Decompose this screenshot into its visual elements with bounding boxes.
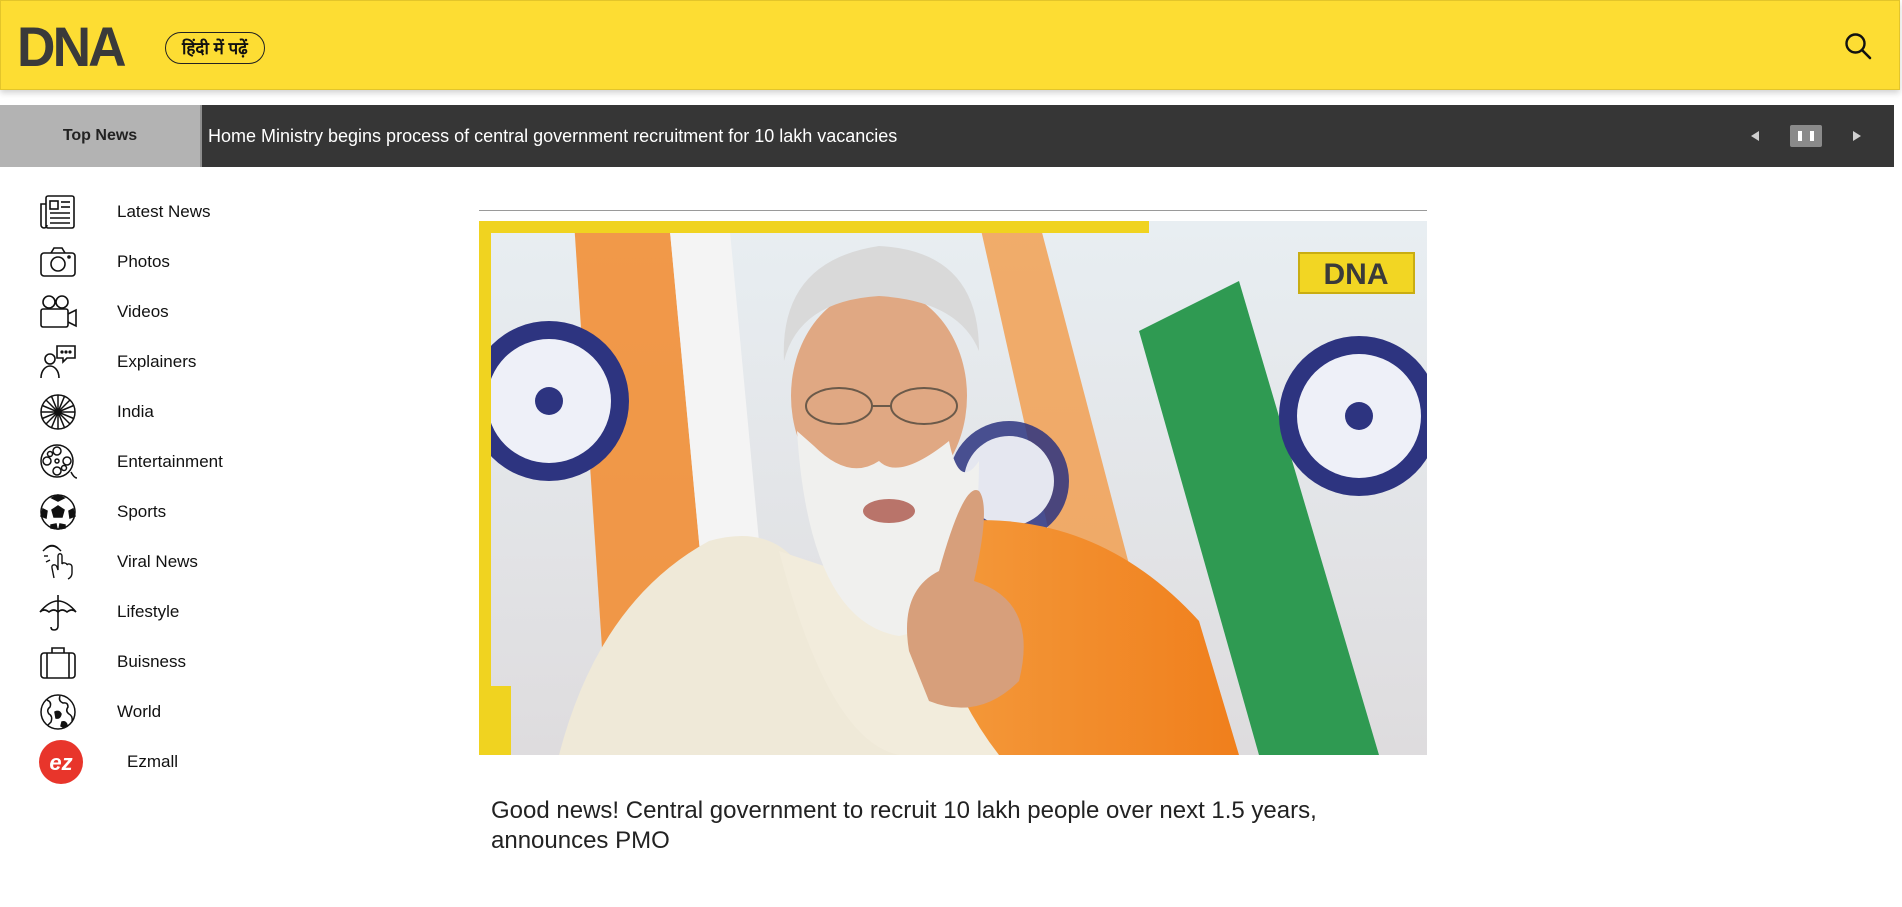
sidebar-item-photos[interactable]: Photos	[38, 240, 318, 284]
sidebar-item-explainers[interactable]: Explainers	[38, 340, 318, 384]
site-header: DNA हिंदी में पढ़ें	[0, 0, 1900, 90]
read-in-hindi-button[interactable]: हिंदी में पढ़ें	[165, 32, 265, 64]
sidebar-item-world[interactable]: World	[38, 690, 318, 734]
umbrella-icon	[39, 595, 77, 631]
sidebar-item-label: Viral News	[117, 552, 198, 571]
sidebar-item-label: World	[117, 702, 162, 721]
sidebar-item-label: Buisness	[117, 652, 186, 671]
dna-badge: DNA	[1324, 258, 1389, 291]
sidebar-item-buisness[interactable]: Buisness	[38, 640, 318, 684]
film-reel-icon	[40, 444, 78, 479]
sidebar-item-latest-news[interactable]: Latest News	[38, 190, 318, 234]
video-camera-icon	[40, 295, 77, 328]
globe-icon	[40, 694, 76, 730]
sidebar-item-label: Entertainment	[117, 452, 223, 471]
sidebar-item-india[interactable]: India	[38, 390, 318, 434]
hero-image[interactable]: DNA	[479, 221, 1427, 755]
news-ticker: Top News Home Ministry begins process of…	[0, 105, 1894, 167]
article-headline[interactable]: Good news! Central government to recruit…	[491, 796, 1391, 856]
search-icon[interactable]	[1843, 31, 1873, 61]
ashoka-chakra-icon	[40, 394, 76, 430]
pause-icon[interactable]	[1790, 125, 1822, 147]
sidebar-item-label: Latest News	[117, 202, 211, 221]
hero-photo: DNA	[479, 221, 1427, 755]
sidebar-item-label: Sports	[117, 502, 167, 521]
sidebar-item-label: Explainers	[117, 352, 197, 371]
explainer-icon	[40, 345, 76, 379]
ticker-label: Top News	[0, 105, 202, 167]
newspaper-icon	[40, 195, 75, 229]
sidebar-item-entertainment[interactable]: Entertainment	[38, 440, 318, 484]
briefcase-icon	[40, 647, 76, 679]
sidebar-item-label: Photos	[117, 252, 170, 271]
content-divider	[479, 210, 1427, 211]
sidebar-item-lifestyle[interactable]: Lifestyle	[38, 590, 318, 634]
sidebar-item-ezmall[interactable]: ez Ezmall	[38, 740, 318, 784]
svg-text:ez: ez	[49, 750, 72, 775]
sidebar-item-label: Videos	[117, 302, 169, 321]
sidebar-item-sports[interactable]: Sports	[38, 490, 318, 534]
next-icon[interactable]	[1848, 125, 1866, 147]
sidebar-item-viral-news[interactable]: Viral News	[38, 540, 318, 584]
ticker-headline[interactable]: Home Ministry begins process of central …	[208, 105, 897, 167]
prev-icon[interactable]	[1746, 125, 1764, 147]
sidebar-item-label: Ezmall	[127, 752, 179, 771]
sidebar-item-videos[interactable]: Videos	[38, 290, 318, 334]
ezmall-logo-icon: ez	[39, 740, 83, 784]
camera-icon	[40, 247, 76, 277]
dna-logo[interactable]: DNA	[17, 19, 127, 75]
viral-touch-icon	[42, 544, 73, 580]
football-icon	[40, 494, 76, 530]
sidebar-item-label: India	[117, 402, 154, 421]
sidebar-item-label: Lifestyle	[117, 602, 180, 621]
